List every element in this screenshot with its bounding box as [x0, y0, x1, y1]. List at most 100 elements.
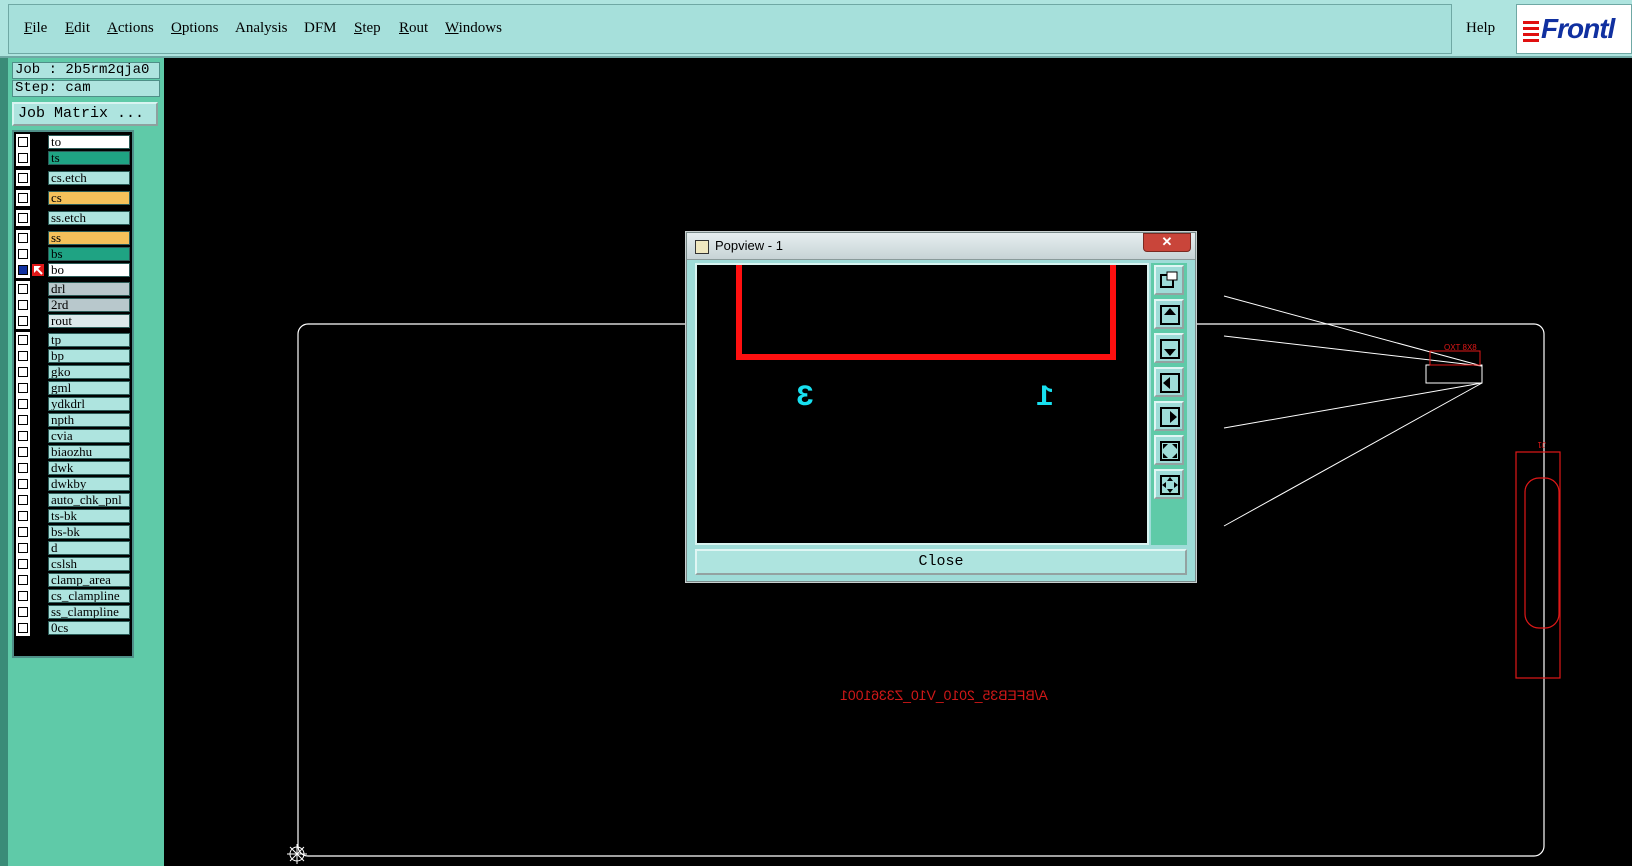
- layer-checkbox[interactable]: [16, 246, 30, 262]
- menu-windows[interactable]: Windows: [445, 20, 502, 37]
- checkbox-box: [18, 431, 28, 441]
- layer-row-clamp_area[interactable]: clamp_area: [14, 572, 132, 588]
- popview-titlebar[interactable]: Popview - 1 ✕: [687, 233, 1195, 260]
- popview-toolbar: [1151, 263, 1187, 545]
- layer-checkbox[interactable]: [16, 332, 30, 348]
- menu-actions[interactable]: Actions: [107, 20, 154, 37]
- zoom-fit-icon: [1160, 441, 1180, 461]
- layer-row-tp[interactable]: tp: [14, 332, 132, 348]
- layer-checkbox[interactable]: [16, 134, 30, 150]
- menu-rout[interactable]: Rout: [399, 20, 428, 37]
- frontline-logo: Frontl: [1516, 4, 1632, 54]
- close-icon[interactable]: ✕: [1143, 233, 1191, 252]
- layer-row-ss_clampline[interactable]: ss_clampline: [14, 604, 132, 620]
- layer-checkbox[interactable]: [16, 313, 30, 329]
- layer-row-bs[interactable]: bs: [14, 246, 132, 262]
- layer-row-2rd[interactable]: 2rd: [14, 297, 132, 313]
- layer-checkbox[interactable]: [16, 230, 30, 246]
- layer-checkbox[interactable]: [16, 604, 30, 620]
- menu-options[interactable]: Options: [171, 20, 219, 37]
- menu-file[interactable]: File: [24, 20, 47, 37]
- layer-row-dwkby[interactable]: dwkby: [14, 476, 132, 492]
- layer-name: 0cs: [48, 621, 130, 635]
- layer-checkbox[interactable]: [16, 572, 30, 588]
- layer-checkbox[interactable]: [16, 396, 30, 412]
- layer-name: cs_clampline: [48, 589, 130, 603]
- layer-row-ydkdrl[interactable]: ydkdrl: [14, 396, 132, 412]
- layer-checkbox[interactable]: [16, 620, 30, 636]
- layer-checkbox[interactable]: [16, 524, 30, 540]
- checkbox-box: [18, 351, 28, 361]
- layer-checkbox[interactable]: [16, 190, 30, 206]
- layer-checkbox[interactable]: [16, 444, 30, 460]
- pan-right-button[interactable]: [1154, 401, 1184, 431]
- layer-checkbox[interactable]: [16, 556, 30, 572]
- layer-row-cslsh[interactable]: cslsh: [14, 556, 132, 572]
- connector-outline: [1515, 451, 1561, 679]
- layer-row-dwk[interactable]: dwk: [14, 460, 132, 476]
- layer-row-ss.etch[interactable]: ss.etch: [14, 210, 132, 226]
- layer-row-gml[interactable]: gml: [14, 380, 132, 396]
- layer-row-to[interactable]: to: [14, 134, 132, 150]
- layer-name: 2rd: [48, 298, 130, 312]
- layer-name: bp: [48, 349, 130, 363]
- layer-name: ts: [48, 151, 130, 165]
- layer-row-bo[interactable]: bo: [14, 262, 132, 278]
- zoom-window-button[interactable]: [1154, 265, 1184, 295]
- layer-row-cvia[interactable]: cvia: [14, 428, 132, 444]
- layer-row-auto_chk_pnl[interactable]: auto_chk_pnl: [14, 492, 132, 508]
- layer-checkbox[interactable]: [16, 588, 30, 604]
- menu-dfm[interactable]: DFM: [304, 20, 337, 37]
- layer-checkbox[interactable]: [16, 412, 30, 428]
- layer-row-cs.etch[interactable]: cs.etch: [14, 170, 132, 186]
- layer-checkbox[interactable]: [16, 150, 30, 166]
- layer-checkbox[interactable]: [16, 170, 30, 186]
- popview-canvas[interactable]: 3 1: [695, 263, 1149, 545]
- layer-checkbox[interactable]: [16, 492, 30, 508]
- window-icon: [695, 240, 709, 254]
- checkbox-box: [18, 213, 28, 223]
- red-trace: [736, 265, 1116, 360]
- layer-row-gko[interactable]: gko: [14, 364, 132, 380]
- job-matrix-button[interactable]: Job Matrix ...: [12, 102, 158, 126]
- layer-name: bs: [48, 247, 130, 261]
- layer-row-drl[interactable]: drl: [14, 281, 132, 297]
- layer-row-ts-bk[interactable]: ts-bk: [14, 508, 132, 524]
- layer-name: ydkdrl: [48, 397, 130, 411]
- layer-row-rout[interactable]: rout: [14, 313, 132, 329]
- zoom-home-button[interactable]: [1154, 469, 1184, 499]
- layer-checkbox[interactable]: [16, 281, 30, 297]
- layer-checkbox[interactable]: [16, 380, 30, 396]
- layer-row-cs[interactable]: cs: [14, 190, 132, 206]
- zoom-fit-button[interactable]: [1154, 435, 1184, 465]
- pan-up-button[interactable]: [1154, 299, 1184, 329]
- layer-checkbox[interactable]: [16, 508, 30, 524]
- layer-checkbox[interactable]: [16, 262, 30, 278]
- layer-row-ss[interactable]: ss: [14, 230, 132, 246]
- layer-checkbox[interactable]: [16, 348, 30, 364]
- layer-row-bp[interactable]: bp: [14, 348, 132, 364]
- checkbox-box: [18, 479, 28, 489]
- layer-row-ts[interactable]: ts: [14, 150, 132, 166]
- layer-row-npth[interactable]: npth: [14, 412, 132, 428]
- menu-step[interactable]: Step: [354, 20, 381, 37]
- layer-checkbox[interactable]: [16, 428, 30, 444]
- layer-checkbox[interactable]: [16, 460, 30, 476]
- layer-row-cs_clampline[interactable]: cs_clampline: [14, 588, 132, 604]
- layer-row-0cs[interactable]: 0cs: [14, 620, 132, 636]
- pan-down-button[interactable]: [1154, 333, 1184, 363]
- layer-name: clamp_area: [48, 573, 130, 587]
- layer-checkbox[interactable]: [16, 364, 30, 380]
- menu-edit[interactable]: Edit: [65, 20, 90, 37]
- menu-analysis[interactable]: Analysis: [235, 20, 288, 37]
- layer-row-bs-bk[interactable]: bs-bk: [14, 524, 132, 540]
- layer-row-d[interactable]: d: [14, 540, 132, 556]
- layer-checkbox[interactable]: [16, 540, 30, 556]
- layer-checkbox[interactable]: [16, 210, 30, 226]
- layer-checkbox[interactable]: [16, 297, 30, 313]
- menu-help[interactable]: Help: [1466, 20, 1495, 37]
- close-button[interactable]: Close: [695, 549, 1187, 575]
- layer-row-biaozhu[interactable]: biaozhu: [14, 444, 132, 460]
- layer-checkbox[interactable]: [16, 476, 30, 492]
- pan-left-button[interactable]: [1154, 367, 1184, 397]
